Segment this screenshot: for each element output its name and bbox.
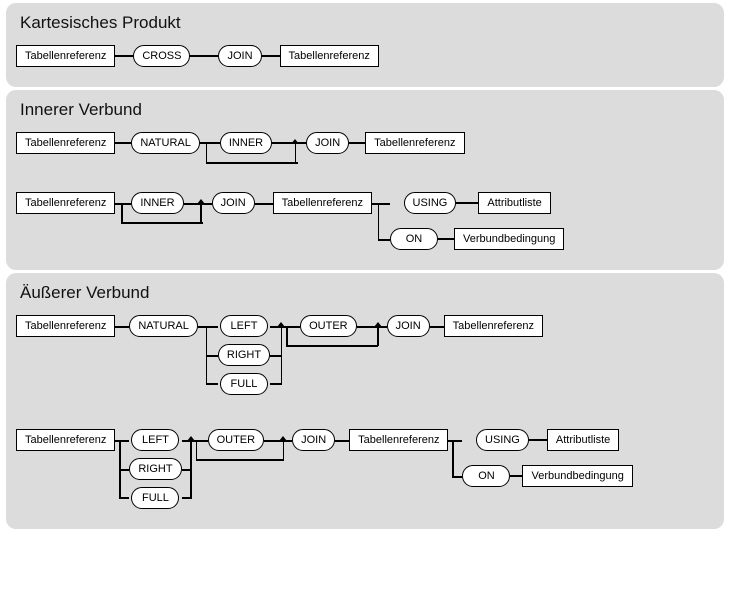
keyword-join: JOIN (387, 315, 430, 337)
attr-list: Attributliste (478, 192, 550, 214)
keyword-on: ON (390, 228, 438, 250)
panel-title: Kartesisches Produkt (20, 13, 714, 33)
keyword-right: RIGHT (218, 344, 270, 366)
keyword-cross: CROSS (133, 45, 190, 67)
keyword-right: RIGHT (129, 458, 181, 480)
keyword-join: JOIN (306, 132, 349, 154)
keyword-natural: NATURAL (129, 315, 198, 337)
panel-title: Äußerer Verbund (20, 283, 714, 303)
keyword-full: FULL (220, 373, 268, 395)
keyword-using: USING (404, 192, 457, 214)
table-ref: Tabellenreferenz (16, 132, 115, 154)
keyword-outer: OUTER (208, 429, 265, 451)
keyword-outer: OUTER (300, 315, 357, 337)
table-ref: Tabellenreferenz (16, 429, 115, 451)
keyword-left: LEFT (131, 429, 179, 451)
keyword-on: ON (462, 465, 510, 487)
row-inner-using-on: Tabellenreferenz INNER JOIN Tabellenrefe… (16, 192, 714, 250)
panel-cartesian: Kartesisches Produkt Tabellenreferenz CR… (6, 3, 724, 87)
keyword-inner: INNER (220, 132, 272, 154)
table-ref: Tabellenreferenz (16, 45, 115, 67)
keyword-using: USING (476, 429, 529, 451)
keyword-join: JOIN (212, 192, 255, 214)
table-ref: Tabellenreferenz (444, 315, 543, 337)
keyword-left: LEFT (220, 315, 268, 337)
row-outer-using-on: Tabellenreferenz LEFT RIGHT FULL OUTER J (16, 429, 714, 509)
table-ref: Tabellenreferenz (280, 45, 379, 67)
row-natural-inner: Tabellenreferenz NATURAL INNER JOIN Tabe… (16, 132, 714, 154)
attr-list: Attributliste (547, 429, 619, 451)
join-cond: Verbundbedingung (454, 228, 564, 250)
keyword-join: JOIN (292, 429, 335, 451)
table-ref: Tabellenreferenz (16, 315, 115, 337)
table-ref: Tabellenreferenz (16, 192, 115, 214)
panel-inner: Innerer Verbund Tabellenreferenz NATURAL… (6, 90, 724, 270)
row-natural-outer: Tabellenreferenz NATURAL LEFT RIGHT FULL… (16, 315, 714, 395)
table-ref: Tabellenreferenz (365, 132, 464, 154)
panel-title: Innerer Verbund (20, 100, 714, 120)
keyword-join: JOIN (218, 45, 261, 67)
table-ref: Tabellenreferenz (349, 429, 448, 451)
panel-outer: Äußerer Verbund Tabellenreferenz NATURAL… (6, 273, 724, 529)
row-cross-join: Tabellenreferenz CROSS JOIN Tabellenrefe… (16, 45, 714, 67)
keyword-inner: INNER (131, 192, 183, 214)
table-ref: Tabellenreferenz (273, 192, 372, 214)
keyword-full: FULL (131, 487, 179, 509)
keyword-natural: NATURAL (131, 132, 200, 154)
join-cond: Verbundbedingung (522, 465, 632, 487)
